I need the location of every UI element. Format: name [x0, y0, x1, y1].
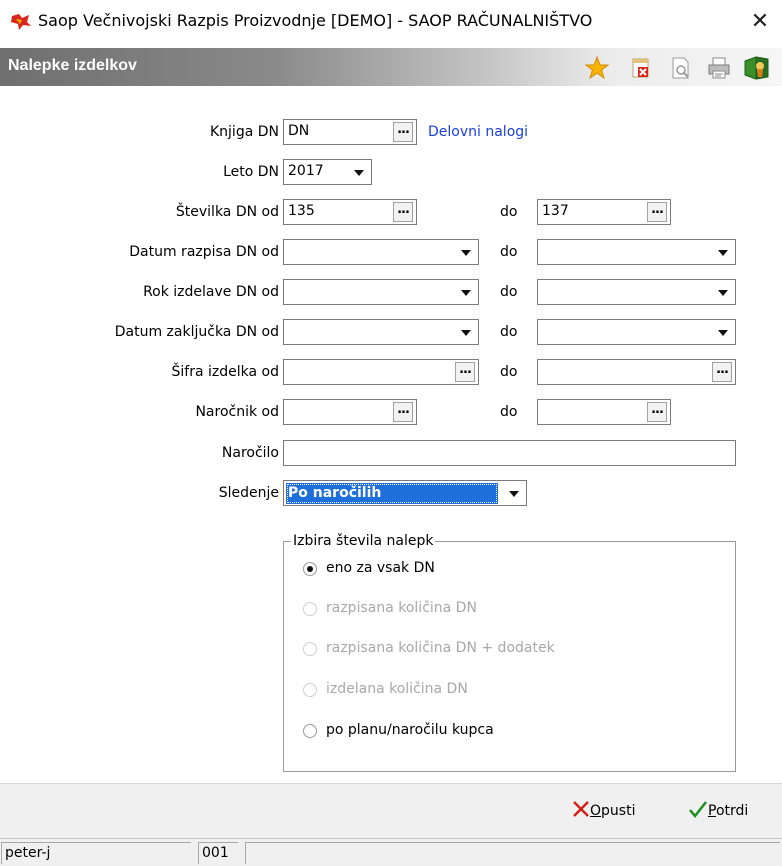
narocnik-label: Naročnik od [195, 404, 279, 420]
stevilka-dn-from-field[interactable]: 135 ... [283, 199, 417, 225]
datum-zakljucka-label: Datum zaključka DN od [114, 324, 279, 340]
chevron-down-icon[interactable] [502, 481, 526, 505]
do-label: do [500, 284, 518, 300]
checkmark-icon [689, 801, 707, 818]
do-label: do [500, 324, 518, 340]
status-user: peter-j [1, 842, 191, 864]
cancel-x-icon [573, 801, 589, 817]
do-label: do [500, 204, 518, 220]
action-bar [0, 784, 782, 838]
sifra-izdelka-to-lookup-button[interactable]: ... [712, 362, 732, 382]
chevron-down-icon[interactable] [711, 240, 735, 264]
narocnik-from-field[interactable]: ... [283, 399, 417, 425]
label-count-legend: Izbira števila nalepk [291, 533, 436, 549]
sifra-izdelka-label: Šifra izdelka od [171, 364, 279, 380]
form-title: Nalepke izdelkov [8, 57, 137, 74]
close-button[interactable]: ✕ [743, 6, 777, 38]
knjiga-dn-lookup-button[interactable]: ... [393, 122, 413, 142]
print-preview-icon[interactable] [668, 55, 694, 81]
cancel-button-label: pusti [601, 803, 636, 819]
radio-label: po planu/naročilu kupca [326, 722, 494, 738]
exit-icon[interactable] [742, 55, 769, 81]
stevilka-dn-to-field[interactable]: 137 ... [537, 199, 671, 225]
radio-label: razpisana količina DN + dodatek [326, 640, 555, 656]
delete-icon[interactable] [628, 55, 654, 81]
sifra-izdelka-from-field[interactable]: ... [283, 359, 479, 385]
chevron-down-icon[interactable] [454, 240, 478, 264]
radio-label: eno za vsak DN [326, 560, 435, 576]
leto-dn-value: 2017 [288, 163, 324, 179]
radio-razpisana-kolicina[interactable] [303, 602, 317, 616]
sledenje-label: Sledenje [218, 485, 279, 501]
star-icon[interactable] [584, 55, 610, 81]
datum-razpisa-label: Datum razpisa DN od [129, 244, 279, 260]
rok-izdelave-from-select[interactable] [283, 279, 479, 305]
window-title: Saop Večnivojski Razpis Proizvodnje [DEM… [38, 11, 593, 30]
status-message [245, 842, 780, 864]
datum-zakljucka-from-select[interactable] [283, 319, 479, 345]
do-label: do [500, 404, 518, 420]
confirm-button[interactable]: Potrdi [688, 800, 748, 819]
datum-razpisa-to-select[interactable] [537, 239, 736, 265]
datum-razpisa-from-select[interactable] [283, 239, 479, 265]
radio-izdelana-kolicina[interactable] [303, 683, 317, 697]
saop-app-icon [10, 12, 32, 32]
rok-izdelave-to-select[interactable] [537, 279, 736, 305]
narocilo-field[interactable] [283, 440, 736, 466]
confirm-button-label: otrdi [715, 803, 749, 819]
radio-eno-za-vsak-dn[interactable] [303, 562, 317, 576]
knjiga-dn-description: Delovni nalogi [428, 124, 529, 140]
sifra-izdelka-from-lookup-button[interactable]: ... [455, 362, 475, 382]
chevron-down-icon[interactable] [711, 320, 735, 344]
datum-zakljucka-to-select[interactable] [537, 319, 736, 345]
leto-dn-select[interactable]: 2017 [283, 159, 372, 185]
chevron-down-icon[interactable] [454, 280, 478, 304]
narocnik-to-field[interactable]: ... [537, 399, 671, 425]
knjiga-dn-field[interactable]: DN ... [283, 119, 417, 145]
stevilka-dn-label: Številka DN od [175, 204, 279, 220]
do-label: do [500, 364, 518, 380]
sledenje-selected-value: Po naročilih [286, 483, 498, 504]
stevilka-dn-to-lookup-button[interactable]: ... [647, 202, 667, 222]
cancel-button[interactable]: Opusti [572, 800, 635, 819]
chevron-down-icon[interactable] [711, 280, 735, 304]
status-code: 001 [198, 842, 238, 864]
narocilo-label: Naročilo [221, 445, 279, 461]
chevron-down-icon[interactable] [347, 160, 371, 184]
radio-label: razpisana količina DN [326, 600, 477, 616]
print-icon[interactable] [706, 55, 732, 81]
narocnik-from-lookup-button[interactable]: ... [393, 402, 413, 422]
cancel-button-accesskey: O [590, 803, 602, 819]
stevilka-dn-to-value: 137 [542, 203, 569, 219]
sifra-izdelka-to-field[interactable]: ... [537, 359, 736, 385]
radio-label: izdelana količina DN [326, 681, 468, 697]
sledenje-select[interactable]: Po naročilih [283, 480, 527, 506]
knjiga-dn-value: DN [288, 123, 310, 139]
confirm-button-accesskey: P [708, 803, 716, 819]
narocnik-to-lookup-button[interactable]: ... [647, 402, 667, 422]
radio-razpisana-kolicina-dodatek[interactable] [303, 642, 317, 656]
stevilka-dn-from-lookup-button[interactable]: ... [393, 202, 413, 222]
radio-po-planu-narocilu[interactable] [303, 724, 317, 738]
knjiga-dn-label: Knjiga DN [209, 124, 279, 140]
stevilka-dn-from-value: 135 [288, 203, 315, 219]
rok-izdelave-label: Rok izdelave DN od [143, 284, 279, 300]
chevron-down-icon[interactable] [454, 320, 478, 344]
leto-dn-label: Leto DN [223, 164, 279, 180]
do-label: do [500, 244, 518, 260]
